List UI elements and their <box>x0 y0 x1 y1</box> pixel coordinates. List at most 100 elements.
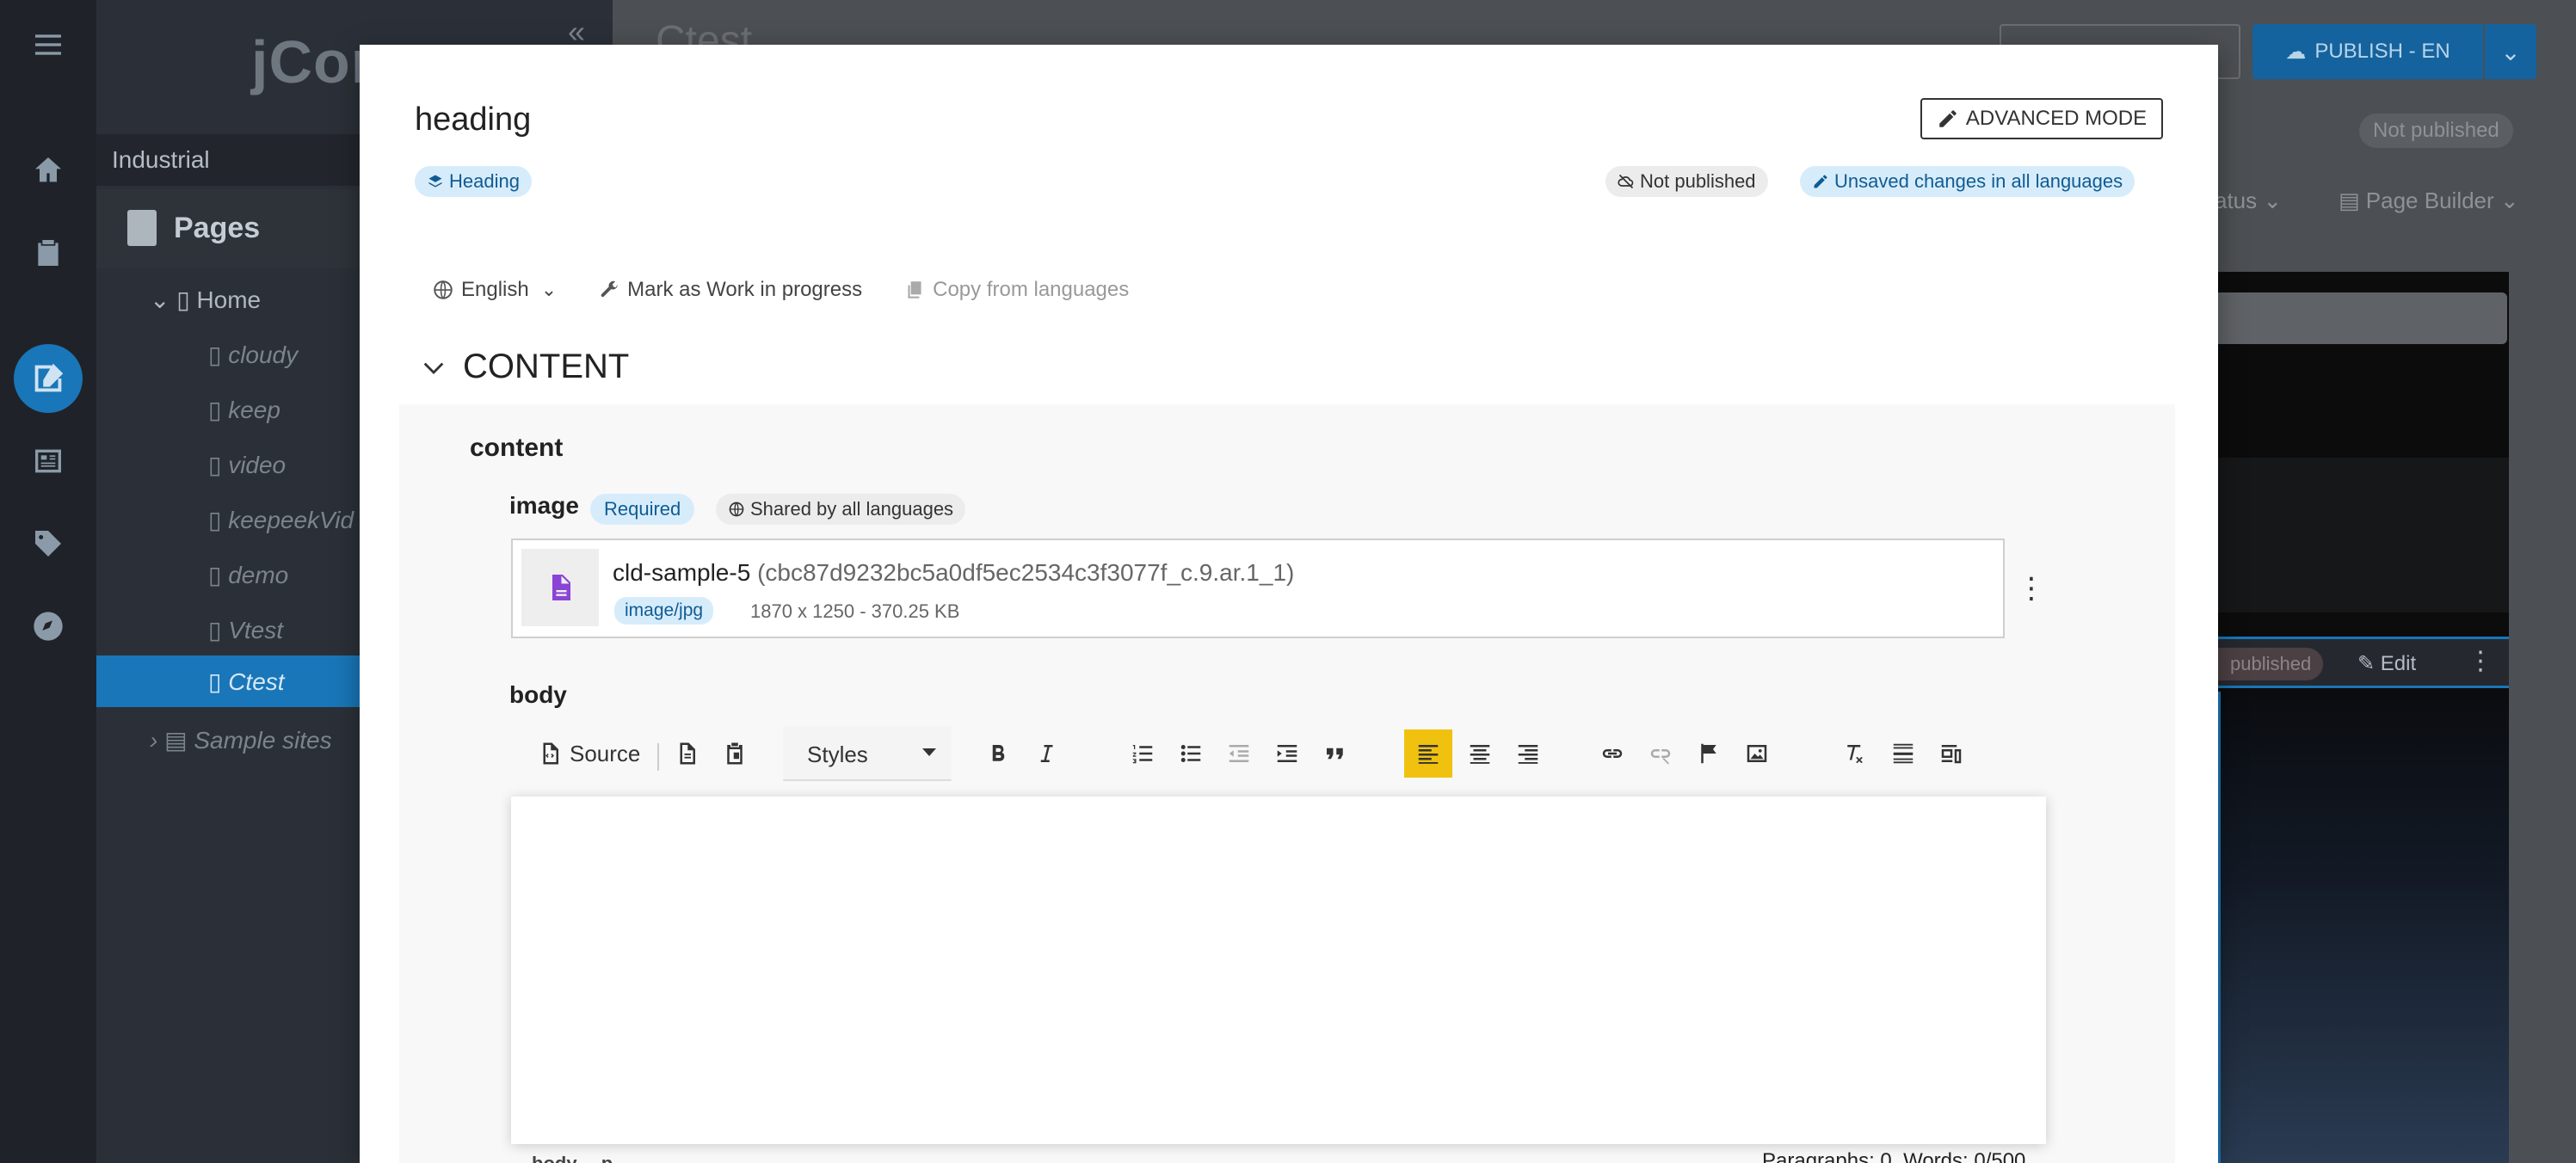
module-status-chip: published <box>2218 648 2324 680</box>
shared-badge: Shared by all languages <box>716 494 966 525</box>
link-button[interactable] <box>1597 738 1628 769</box>
mime-type-badge: image/jpg <box>614 597 714 625</box>
outdent-button[interactable] <box>1223 738 1254 769</box>
numbered-list-icon <box>1132 745 1153 764</box>
image-metadata: 1870 x 1250 - 370.25 KB <box>750 600 960 622</box>
mark-wip-button[interactable]: Mark as Work in progress <box>598 278 862 302</box>
rich-text-toolbar: Source Styles <box>511 712 2046 795</box>
tag-icon[interactable] <box>28 523 69 564</box>
indent-icon <box>1277 745 1297 762</box>
unlink-button[interactable] <box>1645 738 1676 769</box>
unlink-icon <box>1650 749 1671 765</box>
rich-text-editor[interactable] <box>511 797 2046 1144</box>
clipboard-icon[interactable] <box>28 232 69 274</box>
align-center-button[interactable] <box>1464 738 1495 769</box>
align-right-icon <box>1518 745 1538 764</box>
paste-from-word-button[interactable] <box>719 738 750 769</box>
page-icon <box>127 210 157 246</box>
bold-button[interactable] <box>983 738 1014 769</box>
globe-icon <box>729 502 744 517</box>
align-left-button[interactable] <box>1404 729 1452 778</box>
status-filter[interactable]: atus ⌄ <box>2215 188 2282 214</box>
new-page-button[interactable] <box>671 738 702 769</box>
page-builder-selector[interactable]: ▤ Page Builder ⌄ <box>2339 188 2519 214</box>
bulleted-list-button[interactable] <box>1175 738 1206 769</box>
language-selector[interactable]: English ⌄ <box>432 278 557 302</box>
content-type-chip: Heading <box>415 166 532 197</box>
file-image-icon <box>552 575 570 600</box>
path-p[interactable]: p <box>601 1153 613 1163</box>
pencil-icon <box>1814 175 1827 188</box>
module-more-icon[interactable]: ⋮ <box>2468 646 2493 676</box>
preview-strip <box>2218 458 2509 612</box>
pages-label: Pages <box>174 212 261 244</box>
cloud-upload-icon: ☁ <box>2285 40 2307 64</box>
home-icon[interactable] <box>28 150 69 191</box>
caret-down-icon <box>922 748 936 756</box>
copy-icon <box>908 281 921 298</box>
required-badge: Required <box>590 494 695 525</box>
align-right-button[interactable] <box>1513 738 1544 769</box>
edit-content-dialog: heading ADVANCED MODE Heading Not publis… <box>360 45 2218 1163</box>
unsaved-changes-chip: Unsaved changes in all languages <box>1800 166 2135 197</box>
content-list-icon[interactable] <box>28 440 69 482</box>
blockquote-button[interactable] <box>1320 738 1351 769</box>
dialog-toolbar: English ⌄ Mark as Work in progress Copy … <box>432 275 1170 305</box>
pencil-icon <box>1939 110 1957 127</box>
compass-icon[interactable] <box>28 606 69 647</box>
wrench-icon <box>601 280 618 298</box>
word-count: Paragraphs: 0, Words: 0/500 <box>1762 1149 2026 1163</box>
module-edit-button[interactable]: ✎ Edit <box>2357 651 2416 676</box>
horizontal-rule-icon <box>1893 743 1914 764</box>
preview-canvas: published ✎ Edit ⋮ <box>2218 272 2509 1163</box>
left-nav-rail <box>0 0 96 1163</box>
path-body[interactable]: body <box>532 1153 577 1163</box>
advanced-mode-button[interactable]: ADVANCED MODE <box>1920 98 2163 139</box>
source-icon <box>543 742 558 765</box>
document-icon <box>680 742 695 765</box>
fieldset-label: content <box>470 434 564 462</box>
publish-button[interactable]: ☁ PUBLISH - EN <box>2252 24 2483 79</box>
image-icon <box>1747 745 1767 762</box>
align-left-icon <box>1418 745 1439 764</box>
remove-format-button[interactable] <box>1840 738 1870 769</box>
page-composer-icon[interactable] <box>14 344 83 413</box>
link-icon <box>1602 749 1623 758</box>
show-blocks-icon <box>1941 745 1962 764</box>
preview-hero <box>2218 692 2509 1163</box>
image-thumbnail <box>521 549 599 626</box>
insert-image-button[interactable] <box>1741 738 1772 769</box>
anchor-button[interactable] <box>1693 738 1724 769</box>
element-path: body p <box>532 1153 632 1163</box>
publish-options-button[interactable]: ⌄ <box>2485 24 2536 79</box>
outdent-icon <box>1229 745 1249 762</box>
bold-icon <box>992 744 1005 761</box>
flag-icon <box>1701 743 1716 764</box>
layers-icon <box>428 175 442 188</box>
module-edit-bar: published ✎ Edit ⋮ <box>2218 637 2509 688</box>
page-status-badge: Not published <box>2359 114 2513 148</box>
publication-status-chip: Not published <box>1605 166 1768 197</box>
clipboard-paste-icon <box>727 742 743 765</box>
numbered-list-button[interactable] <box>1127 738 1158 769</box>
indent-button[interactable] <box>1272 738 1303 769</box>
show-blocks-button[interactable] <box>1936 738 1967 769</box>
italic-icon <box>1040 745 1053 762</box>
horizontal-line-button[interactable] <box>1888 738 1919 769</box>
image-filename: cld-sample-5 (cbc87d9232bc5a0df5ec2534c3… <box>613 559 1295 586</box>
cloud-off-icon <box>1618 174 1634 189</box>
styles-dropdown[interactable]: Styles <box>783 726 952 781</box>
chevron-down-icon <box>423 362 444 374</box>
clear-format-icon <box>1847 745 1863 764</box>
globe-icon <box>434 280 453 299</box>
image-picker[interactable]: cld-sample-5 (cbc87d9232bc5a0df5ec2534c3… <box>511 538 2005 638</box>
menu-icon[interactable] <box>28 24 69 65</box>
preview-bar <box>2218 292 2507 344</box>
image-more-icon[interactable]: ⋮ <box>2017 571 2046 606</box>
image-field-label: image <box>509 492 579 519</box>
align-center-icon <box>1470 745 1490 764</box>
source-button[interactable]: Source <box>537 738 640 769</box>
content-section-header[interactable]: CONTENT <box>420 348 629 386</box>
copy-from-languages-button[interactable]: Copy from languages <box>903 278 1129 302</box>
italic-button[interactable] <box>1031 738 1062 769</box>
